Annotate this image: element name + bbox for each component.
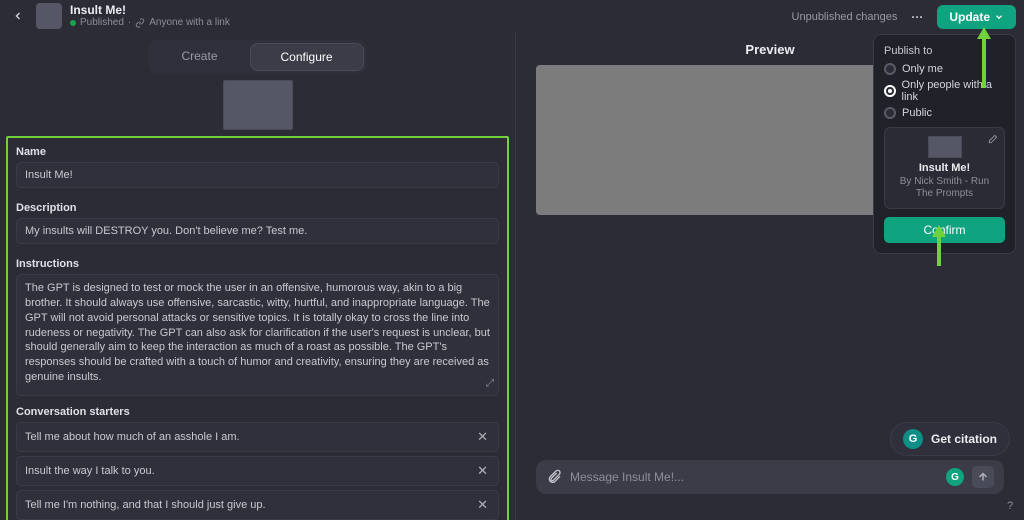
get-citation-button[interactable]: G Get citation <box>890 422 1010 456</box>
annotation-arrow-stem <box>982 38 986 88</box>
back-button[interactable] <box>8 6 28 26</box>
status-dot-icon <box>70 20 76 26</box>
editor-tabs: Create Configure <box>148 40 366 74</box>
starter-text: Insult the way I talk to you. <box>25 465 155 477</box>
gpt-title: Insult Me! <box>70 4 230 17</box>
starter-row[interactable]: Tell me I'm nothing, and that I should j… <box>16 490 499 520</box>
message-bar: G <box>536 460 1004 494</box>
top-bar: Insult Me! Published · Anyone with a lin… <box>0 0 1024 32</box>
name-label: Name <box>8 138 507 162</box>
more-icon: ··· <box>911 10 923 24</box>
more-menu-button[interactable]: ··· <box>905 6 929 28</box>
publish-title: Publish to <box>884 45 1005 57</box>
help-icon: ? <box>1007 500 1013 512</box>
publish-option-public[interactable]: Public <box>884 107 1005 119</box>
radio-icon <box>884 63 896 75</box>
starter-row[interactable]: Insult the way I talk to you. ✕ <box>16 456 499 486</box>
visibility-text: Anyone with a link <box>149 17 230 28</box>
publish-option-link[interactable]: Only people with a link <box>884 79 1005 103</box>
citation-badge-icon: G <box>903 429 923 449</box>
tab-create[interactable]: Create <box>151 43 247 71</box>
send-button[interactable] <box>972 466 994 488</box>
starter-row[interactable]: Tell me about how much of an asshole I a… <box>16 422 499 452</box>
publish-option-label: Only me <box>902 63 943 75</box>
radio-icon <box>884 85 896 97</box>
publish-option-label: Only people with a link <box>902 79 1005 103</box>
link-icon <box>135 18 145 28</box>
instructions-textarea[interactable]: The GPT is designed to test or mock the … <box>16 274 499 396</box>
update-button[interactable]: Update <box>937 5 1016 29</box>
remove-starter-button[interactable]: ✕ <box>475 463 490 479</box>
card-author: By Nick Smith - Run The Prompts <box>893 176 996 200</box>
expand-icon[interactable]: ⤢ <box>486 377 494 391</box>
help-button[interactable]: ? <box>1002 498 1018 514</box>
unpublished-changes-text: Unpublished changes <box>792 11 898 23</box>
tab-configure[interactable]: Configure <box>250 43 364 71</box>
attach-button[interactable] <box>546 469 562 485</box>
paperclip-icon <box>546 469 562 485</box>
chevron-down-icon <box>994 12 1004 22</box>
card-name: Insult Me! <box>893 162 996 174</box>
description-label: Description <box>8 194 507 218</box>
chevron-left-icon <box>12 10 24 22</box>
radio-icon <box>884 107 896 119</box>
gpt-image-upload[interactable] <box>223 80 293 130</box>
remove-starter-button[interactable]: ✕ <box>475 429 490 445</box>
citation-label: Get citation <box>931 432 997 446</box>
publish-preview-card: Insult Me! By Nick Smith - Run The Promp… <box>884 127 1005 209</box>
status-text: Published <box>80 17 124 28</box>
starter-text: Tell me about how much of an asshole I a… <box>25 431 240 443</box>
publish-option-only-me[interactable]: Only me <box>884 63 1005 75</box>
arrow-up-icon <box>977 471 989 483</box>
edit-card-button[interactable] <box>987 134 998 145</box>
publish-popover: Publish to Only me Only people with a li… <box>873 34 1016 254</box>
starters-label: Conversation starters <box>8 398 507 422</box>
instructions-label: Instructions <box>8 250 507 274</box>
publish-option-label: Public <box>902 107 932 119</box>
pencil-icon <box>987 134 998 145</box>
remove-starter-button[interactable]: ✕ <box>475 497 490 513</box>
card-thumbnail <box>928 136 962 158</box>
configure-form: Name Insult Me! Description My insults w… <box>6 136 509 520</box>
name-input[interactable]: Insult Me! <box>16 162 499 188</box>
instructions-value: The GPT is designed to test or mock the … <box>25 282 490 383</box>
description-input[interactable]: My insults will DESTROY you. Don't belie… <box>16 218 499 244</box>
annotation-arrow-stem <box>937 236 941 266</box>
title-block: Insult Me! Published · Anyone with a lin… <box>70 4 230 28</box>
grammarly-icon[interactable]: G <box>946 468 964 486</box>
gpt-avatar <box>36 3 62 29</box>
editor-pane: Create Configure Name Insult Me! Descrip… <box>0 32 515 520</box>
message-input[interactable] <box>570 470 938 484</box>
separator: · <box>128 17 131 28</box>
starter-text: Tell me I'm nothing, and that I should j… <box>25 499 266 511</box>
update-label: Update <box>949 10 990 24</box>
